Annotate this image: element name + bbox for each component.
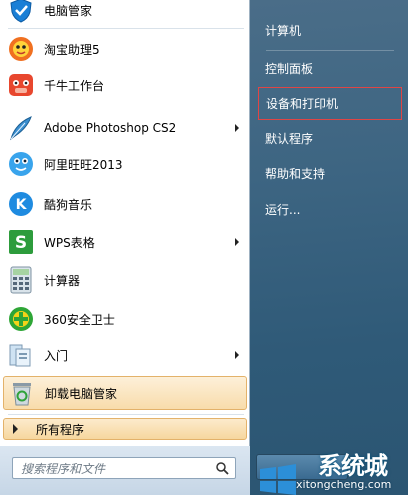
right-item-run[interactable]: 运行... — [258, 193, 402, 225]
program-item-photoshop[interactable]: Adobe Photoshop CS2 — [3, 111, 247, 145]
right-item-help-and-support[interactable]: 帮助和支持 — [258, 157, 402, 189]
program-label: 阿里旺旺2013 — [44, 157, 123, 172]
qianniu-workbench-icon — [6, 70, 36, 100]
svg-text:K: K — [16, 197, 28, 213]
submenu-arrow-icon — [235, 124, 239, 132]
program-label: Adobe Photoshop CS2 — [44, 121, 177, 135]
program-label: 入门 — [44, 348, 69, 363]
right-item-label: 计算机 — [265, 23, 302, 38]
right-item-label: 运行... — [265, 202, 301, 217]
wps-spreadsheet-icon: S — [6, 227, 36, 257]
getting-started-icon — [6, 340, 36, 370]
all-programs-button[interactable]: 所有程序 — [3, 418, 247, 440]
program-label: 计算器 — [44, 273, 81, 288]
program-label: WPS表格 — [44, 235, 95, 250]
program-item-getting-started[interactable]: 入门 — [3, 338, 247, 372]
360-safe-guard-icon — [6, 304, 36, 334]
right-item-label: 帮助和支持 — [265, 166, 326, 181]
start-menu-programs-pane: 电脑管家 淘宝助理5 千牛工作台 Adobe Photoshop CS2 阿里旺… — [0, 0, 250, 495]
calculator-icon — [6, 265, 36, 295]
right-item-label: 设备和打印机 — [266, 97, 339, 111]
watermark-brand: 系统城 — [318, 452, 388, 480]
kugou-music-icon: K — [6, 189, 36, 219]
divider — [8, 414, 244, 415]
program-label: 酷狗音乐 — [44, 197, 93, 212]
right-item-devices-and-printers[interactable]: 设备和打印机 — [258, 87, 402, 120]
program-item-qianniu[interactable]: 千牛工作台 — [3, 68, 247, 102]
search-input[interactable] — [19, 460, 213, 478]
tencent-pc-manager-icon — [6, 0, 36, 25]
program-item-360-safe[interactable]: 360安全卫士 — [3, 302, 247, 336]
divider — [266, 50, 394, 51]
program-item-calculator[interactable]: 计算器 — [3, 263, 247, 297]
program-item-aliwangwang[interactable]: 阿里旺旺2013 — [3, 147, 247, 181]
right-item-label: 控制面板 — [265, 61, 314, 76]
photoshop-feather-icon — [6, 113, 36, 143]
search-icon[interactable] — [215, 461, 229, 475]
right-item-default-programs[interactable]: 默认程序 — [258, 122, 402, 154]
program-item-kugou[interactable]: K 酷狗音乐 — [3, 187, 247, 221]
watermark-url: xitongcheng.com — [296, 478, 392, 491]
program-item-pc-manager[interactable]: 电脑管家 — [3, 0, 247, 27]
submenu-arrow-icon — [235, 351, 239, 359]
program-label: 电脑管家 — [44, 3, 93, 18]
search-box[interactable] — [12, 457, 236, 479]
expand-arrow-icon — [13, 424, 18, 434]
recycle-bin-icon — [7, 378, 37, 408]
right-item-control-panel[interactable]: 控制面板 — [258, 52, 402, 84]
program-label: 淘宝助理5 — [44, 42, 100, 57]
aliwangwang-icon — [6, 149, 36, 179]
program-label: 卸载电脑管家 — [45, 386, 118, 401]
right-item-label: 默认程序 — [265, 131, 314, 146]
submenu-arrow-icon — [235, 238, 239, 246]
search-area — [0, 446, 250, 495]
all-programs-label: 所有程序 — [36, 422, 85, 437]
divider — [8, 28, 244, 29]
taobao-assistant-icon — [6, 34, 36, 64]
program-item-wps-spreadsheet[interactable]: S WPS表格 — [3, 225, 247, 259]
svg-text:S: S — [15, 233, 27, 253]
program-label: 千牛工作台 — [44, 78, 105, 93]
program-label: 360安全卫士 — [44, 312, 115, 327]
right-item-computer[interactable]: 计算机 — [258, 14, 402, 46]
program-item-uninstall-pc-manager[interactable]: 卸载电脑管家 — [3, 376, 247, 410]
program-item-taobao-assistant[interactable]: 淘宝助理5 — [3, 32, 247, 66]
